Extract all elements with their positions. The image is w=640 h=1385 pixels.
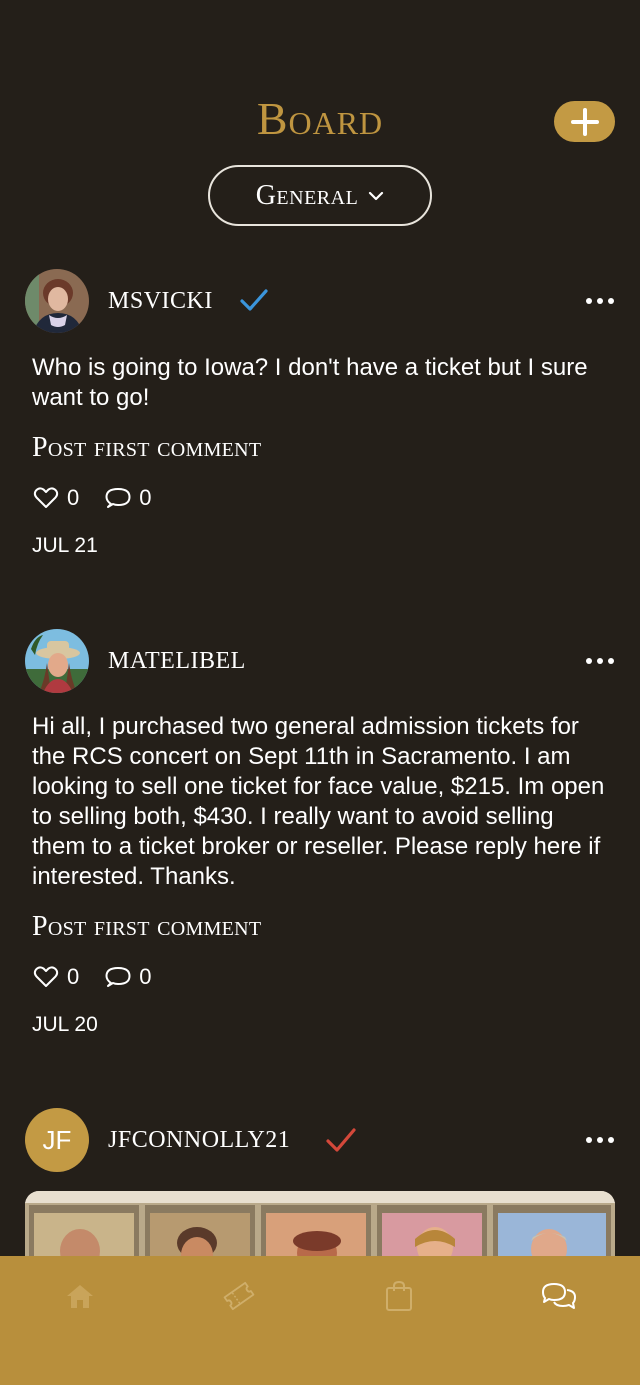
more-options-button[interactable] bbox=[586, 296, 614, 306]
comment-button[interactable]: 0 bbox=[105, 964, 152, 990]
avatar-initials: JF bbox=[42, 1124, 72, 1155]
nav-board-button[interactable] bbox=[541, 1278, 577, 1314]
add-post-button[interactable] bbox=[554, 101, 615, 142]
more-options-button[interactable] bbox=[586, 1135, 614, 1145]
avatar[interactable]: JF bbox=[25, 1108, 89, 1172]
avatar[interactable] bbox=[25, 269, 89, 333]
like-button[interactable]: 0 bbox=[33, 485, 79, 511]
verified-check-icon bbox=[240, 289, 268, 311]
post-stats: 0 0 bbox=[33, 964, 178, 990]
avatar[interactable] bbox=[25, 629, 89, 693]
comment-bubble-icon bbox=[105, 488, 131, 508]
nav-shop-button[interactable] bbox=[381, 1278, 417, 1314]
heart-icon bbox=[33, 487, 59, 508]
shopping-bag-icon bbox=[386, 1280, 412, 1311]
home-icon bbox=[67, 1285, 93, 1308]
post-date: JUL 20 bbox=[32, 1013, 98, 1036]
chevron-down-icon bbox=[369, 191, 384, 200]
post-username[interactable]: JFCONNOLLY21 bbox=[108, 1127, 290, 1154]
page-title: Board bbox=[256, 93, 384, 144]
post-body: Hi all, I purchased two general admissio… bbox=[32, 713, 605, 890]
category-filter-dropdown[interactable]: General bbox=[208, 165, 432, 226]
comment-count: 0 bbox=[139, 485, 152, 510]
post-date: JUL 21 bbox=[32, 534, 98, 557]
like-button[interactable]: 0 bbox=[33, 964, 79, 990]
like-count: 0 bbox=[67, 485, 80, 510]
post-first-comment-link[interactable]: Post first comment bbox=[32, 911, 261, 943]
verified-check-icon bbox=[326, 1128, 356, 1152]
more-options-button[interactable] bbox=[586, 656, 614, 666]
heart-icon bbox=[33, 966, 59, 987]
plus-icon bbox=[570, 107, 599, 136]
comment-count: 0 bbox=[139, 964, 152, 989]
post-username[interactable]: MSVICKI bbox=[108, 288, 213, 315]
post-username[interactable]: MATELIBEL bbox=[108, 648, 246, 675]
board-screen: Board General MSVICKI Who is going to Io… bbox=[0, 0, 640, 1385]
like-count: 0 bbox=[67, 964, 80, 989]
nav-tickets-button[interactable] bbox=[221, 1278, 257, 1314]
chat-icon bbox=[542, 1283, 576, 1309]
bottom-navigation-bar bbox=[0, 1256, 640, 1385]
category-filter-label: General bbox=[255, 179, 359, 211]
post-first-comment-link[interactable]: Post first comment bbox=[32, 432, 261, 464]
ticket-icon bbox=[223, 1281, 255, 1311]
post-body: Who is going to Iowa? I don't have a tic… bbox=[32, 354, 588, 411]
post-stats: 0 0 bbox=[33, 485, 178, 511]
nav-home-button[interactable] bbox=[62, 1278, 98, 1314]
comment-button[interactable]: 0 bbox=[105, 485, 152, 511]
comment-bubble-icon bbox=[105, 967, 131, 987]
